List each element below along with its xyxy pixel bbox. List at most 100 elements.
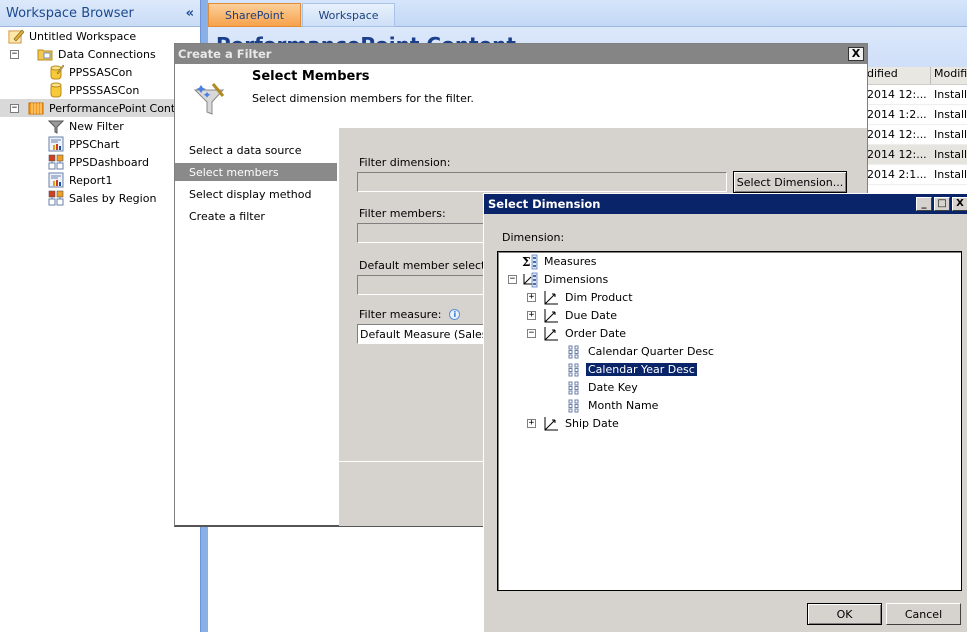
tree-node-calendar-year-desc[interactable]: Calendar Year Desc	[568, 361, 697, 378]
tree-node-due-date[interactable]: + Due Date	[527, 307, 619, 324]
filter-icon	[47, 118, 65, 134]
database-icon	[48, 82, 64, 98]
tree-item-label: Untitled Workspace	[29, 29, 137, 43]
tree-item-untitled-workspace[interactable]: Untitled Workspace	[8, 27, 136, 45]
tree-node-label: Calendar Quarter Desc	[588, 345, 714, 358]
tree-node-calendar-quarter-desc[interactable]: Calendar Quarter Desc	[568, 343, 716, 360]
folder-icon	[37, 46, 53, 62]
maximize-button[interactable]: □	[934, 197, 950, 211]
step-select-data-source[interactable]: Select a data source	[175, 141, 337, 159]
info-icon[interactable]: i	[449, 309, 461, 320]
tree-node-label: Dim Product	[565, 291, 633, 304]
cell-modified-by: Installa	[934, 88, 967, 101]
dimension-icon	[543, 308, 559, 324]
table-row[interactable]: 2014 12:... Installa	[864, 145, 967, 165]
table-row[interactable]: 2014 12:... Installa	[864, 85, 967, 105]
filter-members-field[interactable]	[357, 223, 487, 243]
tree-item-data-connections[interactable]: − Data Connections	[10, 45, 156, 63]
table-row[interactable]: 2014 2:1... Installa	[864, 165, 967, 185]
dashboard-icon	[48, 154, 64, 170]
expand-icon[interactable]: +	[527, 419, 536, 428]
select-dimension-button[interactable]: Select Dimension...	[733, 171, 847, 193]
filter-measure-label-row: Filter measure: i	[359, 308, 461, 321]
dashboard-icon	[48, 190, 64, 206]
table-row[interactable]: 2014 12:... Installa	[864, 125, 967, 145]
tree-node-ship-date[interactable]: + Ship Date	[527, 415, 621, 432]
attribute-icon	[568, 345, 580, 359]
cell-modified: 2014 12:...	[867, 128, 927, 141]
cell-modified-by: Installa	[934, 148, 967, 161]
tree-item-ppssascon[interactable]: PPSSASCon	[48, 63, 132, 81]
expand-icon[interactable]: +	[527, 311, 536, 320]
collapse-icon[interactable]: −	[10, 49, 19, 59]
tree-node-date-key[interactable]: Date Key	[568, 379, 640, 396]
close-button[interactable]: X	[952, 197, 967, 211]
tree-item-report1[interactable]: Report1	[48, 171, 112, 189]
tab-sharepoint[interactable]: SharePoint	[208, 3, 301, 27]
filter-dimension-field[interactable]	[357, 172, 727, 192]
default-member-label: Default member selection	[359, 259, 503, 272]
tree-node-dimensions[interactable]: − Dimensions	[508, 271, 610, 288]
close-button[interactable]: X	[848, 47, 864, 61]
dialog-titlebar[interactable]: Create a Filter X	[175, 44, 867, 64]
expand-icon[interactable]: +	[527, 293, 536, 302]
tree-item-label: Sales by Region	[69, 191, 157, 205]
tree-item-label: Report1	[69, 173, 113, 187]
cell-modified: 2014 12:...	[867, 88, 927, 101]
report-icon	[48, 136, 64, 152]
grid-header: dified Modifi	[864, 67, 967, 85]
content-folder-icon	[28, 100, 44, 116]
default-member-field[interactable]	[357, 275, 487, 295]
attribute-icon	[568, 399, 580, 413]
tree-node-label: Month Name	[588, 399, 659, 412]
step-select-display-method[interactable]: Select display method	[175, 185, 337, 203]
tab-workspace[interactable]: Workspace	[302, 3, 395, 27]
table-row[interactable]: 2014 1:2... Installa	[864, 105, 967, 125]
ok-button[interactable]: OK	[807, 603, 882, 625]
dimensions-icon	[522, 272, 538, 288]
filter-measure-dropdown[interactable]: Default Measure (Sales Amount)	[357, 324, 487, 344]
tree-node-month-name[interactable]: Month Name	[568, 397, 660, 414]
column-header-modified-by[interactable]: Modifi	[930, 67, 967, 84]
dialog-titlebar[interactable]: Select Dimension _ □ X	[484, 194, 967, 214]
tree-node-label: Measures	[544, 255, 597, 268]
cancel-button[interactable]: Cancel	[886, 603, 961, 625]
tree-item-ppsdashboard[interactable]: PPSDashboard	[48, 153, 149, 171]
dimension-icon	[543, 416, 559, 432]
tree-item-ppschart[interactable]: PPSChart	[48, 135, 119, 153]
dimension-tree[interactable]: Σ Measures − Dimensions + Dim Product +	[497, 251, 962, 591]
minimize-button[interactable]: _	[916, 197, 932, 211]
tree-node-label: Due Date	[565, 309, 617, 322]
cell-modified: 2014 12:...	[867, 148, 927, 161]
cell-modified: 2014 1:2...	[867, 108, 927, 121]
workspace-browser: Workspace Browser « Untitled Workspace −…	[0, 0, 200, 632]
tree-item-new-filter[interactable]: New Filter	[47, 117, 124, 135]
tree-item-label: PerformancePoint Content	[49, 101, 194, 115]
collapse-icon[interactable]: −	[508, 275, 517, 284]
tree-item-sales-by-region[interactable]: Sales by Region	[48, 189, 156, 207]
column-header-modified[interactable]: dified	[864, 67, 930, 84]
tree-node-measures[interactable]: Σ Measures	[522, 253, 598, 270]
step-create-filter[interactable]: Create a filter	[175, 207, 337, 225]
step-select-members[interactable]: Select members	[175, 163, 337, 181]
cell-modified-by: Installa	[934, 168, 967, 181]
report-icon	[48, 172, 64, 188]
tree-item-label: PPSDashboard	[69, 155, 149, 169]
select-dimension-dialog: Select Dimension _ □ X Dimension: Σ Meas…	[483, 193, 967, 632]
dialog-title: Select Dimension	[488, 197, 601, 211]
tree-item-label: PPSChart	[69, 137, 120, 151]
tree-node-label: Calendar Year Desc	[586, 363, 697, 376]
workspace-icon	[8, 28, 25, 44]
tree-item-ppsssascon[interactable]: PPSSSASCon	[48, 81, 139, 99]
collapse-panel-button[interactable]: «	[186, 6, 194, 21]
tree-node-dim-product[interactable]: + Dim Product	[527, 289, 635, 306]
workspace-browser-title: Workspace Browser	[6, 5, 134, 21]
collapse-icon[interactable]: −	[527, 329, 536, 338]
tree-item-label: PPSSSASCon	[69, 83, 140, 97]
collapse-icon[interactable]: −	[10, 103, 19, 113]
tree-item-performancepoint-content[interactable]: − PerformancePoint Content	[0, 99, 200, 117]
tree-node-label: Order Date	[565, 327, 627, 340]
tree-node-order-date[interactable]: − Order Date	[527, 325, 628, 342]
tree-item-label: Data Connections	[58, 47, 156, 61]
filter-dimension-label: Filter dimension:	[359, 156, 451, 169]
